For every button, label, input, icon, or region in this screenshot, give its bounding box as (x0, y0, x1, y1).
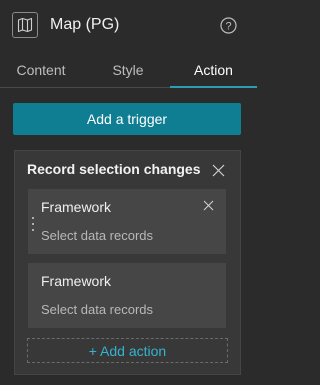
svg-text:?: ? (225, 20, 231, 32)
trigger-card: Record selection changes Framework Selec… (14, 150, 241, 375)
action-settings-panel: Map (PG) ? Content Style Action Add a tr… (0, 0, 257, 385)
add-action-button[interactable]: + Add action (27, 338, 228, 363)
action-description: Select data records (41, 228, 154, 243)
tab-content[interactable]: Content (0, 56, 82, 87)
help-icon[interactable]: ? (220, 17, 237, 34)
tab-style[interactable]: Style (86, 56, 170, 87)
action-name: Framework (41, 273, 112, 289)
map-icon (12, 12, 38, 38)
action-item[interactable]: Framework Select data records (28, 263, 226, 328)
trigger-title: Record selection changes (27, 161, 201, 177)
action-name: Framework (41, 199, 112, 215)
close-icon[interactable] (211, 163, 225, 177)
add-trigger-button[interactable]: Add a trigger (13, 103, 241, 135)
action-item[interactable]: Framework Select data records (28, 189, 226, 254)
settings-tabs: Content Style Action (0, 56, 257, 88)
panel-header: Map (PG) ? (0, 0, 257, 52)
drag-handle-icon[interactable] (31, 217, 35, 231)
tab-action[interactable]: Action (170, 56, 257, 88)
page-title: Map (PG) (50, 16, 120, 33)
close-icon[interactable] (202, 199, 214, 211)
action-description: Select data records (41, 302, 154, 317)
